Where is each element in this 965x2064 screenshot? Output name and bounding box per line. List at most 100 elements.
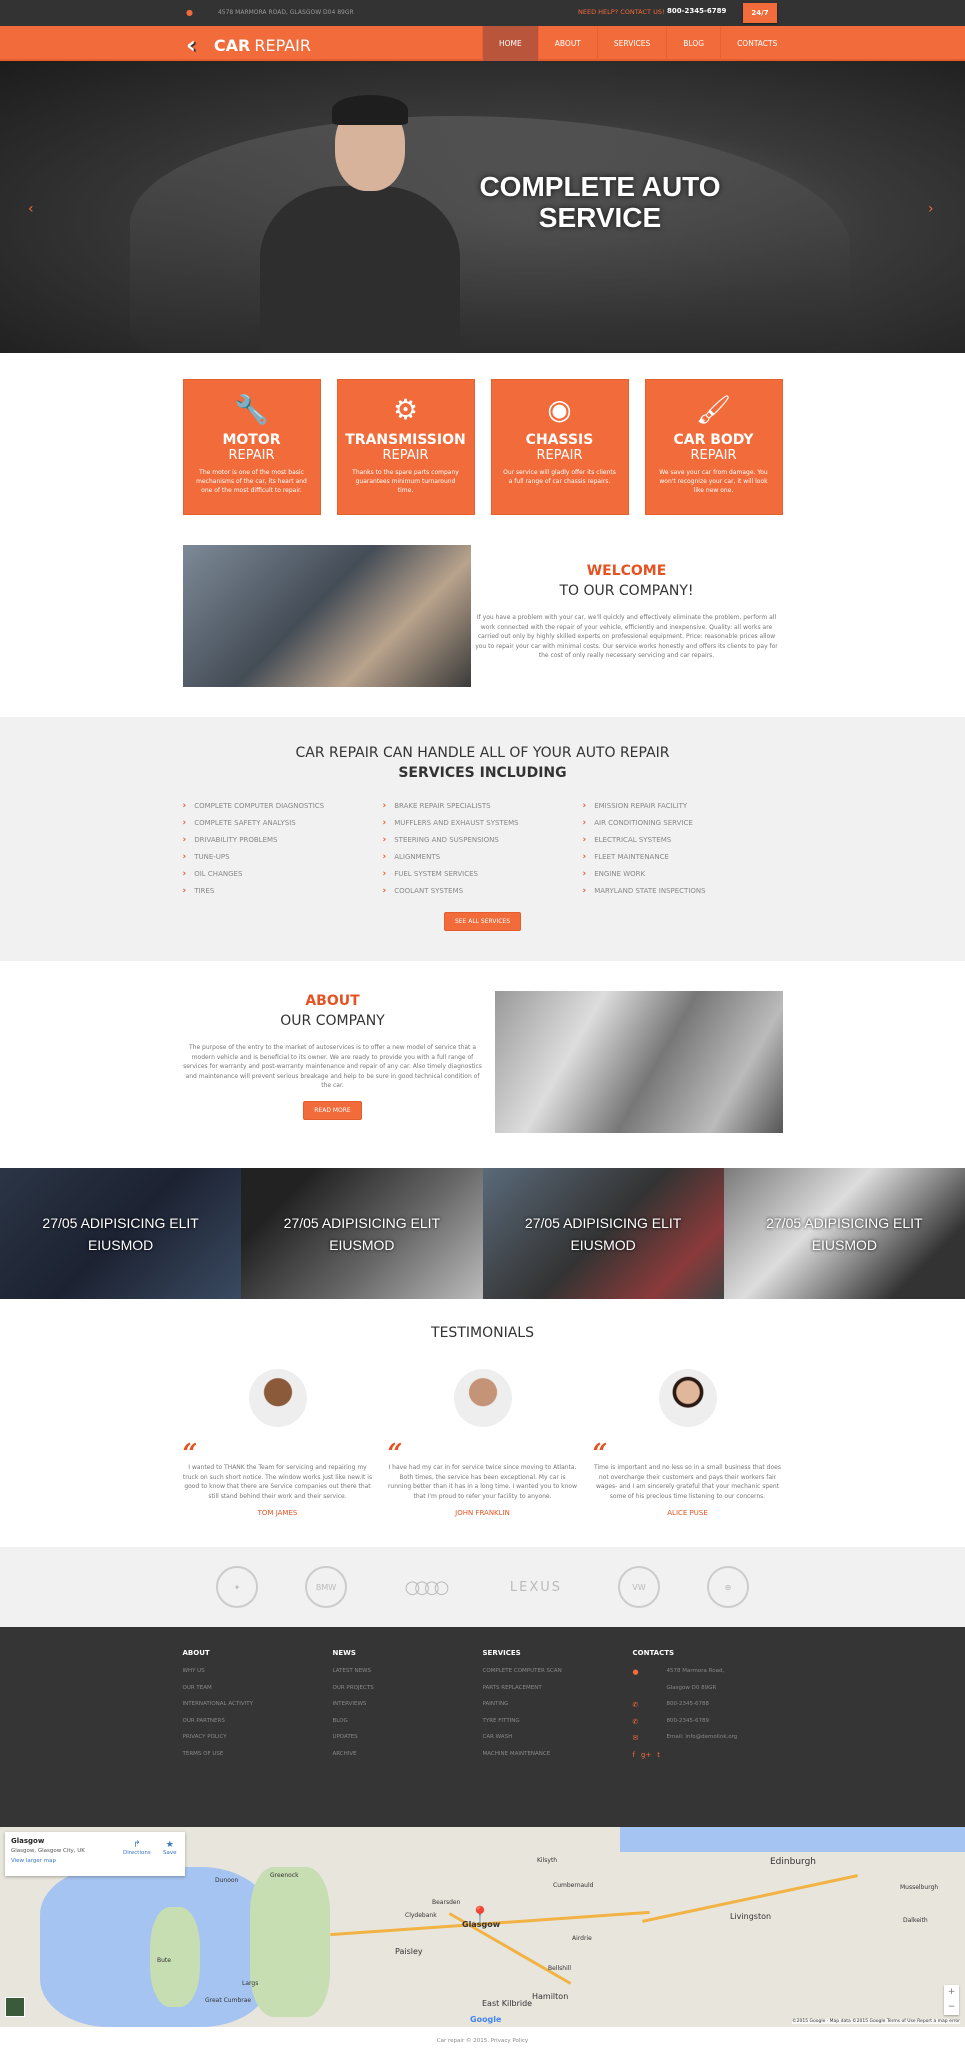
mercedes-logo-icon[interactable]: ✦ [216,1566,258,1608]
service-item[interactable]: › MUFFLERS AND EXHAUST SYSTEMS [383,814,583,831]
logo[interactable]: ‹ CAR REPAIR [186,31,311,59]
brake-disc-icon: ◉ [547,393,572,426]
footer-link[interactable]: INTERVIEWS [333,1701,483,1718]
gallery-item[interactable]: 27/05 ADIPISICING ELIT EIUSMOD [0,1168,242,1299]
contact-phone[interactable]: 800-2345-6789 [667,1718,709,1735]
service-item[interactable]: › ENGINE WORK [583,865,783,882]
footer-link[interactable]: PRIVACY POLICY [183,1734,333,1751]
gallery-item[interactable]: 27/05 ADIPISICING ELIT EIUSMOD [241,1168,483,1299]
location-pin-icon: ● [632,1668,639,1676]
map-label: Airdrie [572,1935,592,1942]
zoom-in-button[interactable]: + [944,1985,959,2000]
service-item[interactable]: › MARYLAND STATE INSPECTIONS [583,882,783,899]
footer-link[interactable]: OUR PROJECTS [333,1685,483,1702]
footer-link[interactable]: CAR WASH [483,1734,633,1751]
slider-next-icon[interactable]: › [928,201,934,217]
service-item[interactable]: › ALIGNMENTS [383,848,583,865]
service-item[interactable]: › TUNE-UPS [183,848,383,865]
footer-link[interactable]: WHY US [183,1668,333,1685]
chevron-right-icon: › [382,817,387,828]
feature-car-body-repair[interactable]: 🖌 CAR BODY REPAIR We save your car from … [644,379,783,515]
footer-link[interactable]: TERMS OF USE [183,1751,333,1768]
footer-link[interactable]: OUR PARTNERS [183,1718,333,1735]
map-label: Dalkeith [903,1917,928,1924]
service-item[interactable]: › COOLANT SYSTEMS [383,882,583,899]
contact-phone[interactable]: 800-2345-6788 [667,1701,709,1718]
read-more-button[interactable]: READ MORE [303,1100,362,1120]
contact-address-2: Glasgow D0 89GR [666,1684,717,1691]
service-item[interactable]: › COMPLETE SAFETY ANALYSIS [183,814,383,831]
footer-link[interactable]: UPDATES [333,1734,483,1751]
zoom-control: + − [944,1985,959,2015]
nav-blog[interactable]: BLOG [666,26,720,61]
chevron-right-icon: › [182,817,187,828]
phone-number[interactable]: 800-2345-6789 [667,7,726,15]
nav-services[interactable]: SERVICES [596,26,666,61]
paint-brush-icon: 🖌 [695,393,732,426]
twitter-icon[interactable]: t [657,1751,660,1768]
service-label: DRIVABILITY PROBLEMS [194,835,278,844]
service-item[interactable]: › DRIVABILITY PROBLEMS [183,831,383,848]
nav-contacts[interactable]: CONTACTS [720,26,793,61]
map-attribution[interactable]: ©2015 Google · Map data ©2015 Google Ter… [792,2019,960,2024]
service-item[interactable]: › BRAKE REPAIR SPECIALISTS [383,797,583,814]
testimonial: “ I wanted to THANK the Team for servici… [183,1369,373,1517]
satellite-toggle[interactable] [5,1997,25,2017]
about-title: ABOUT [305,993,360,1009]
bmw-logo-icon[interactable]: BMW [305,1566,347,1608]
toyota-logo-icon[interactable]: ⊕ [707,1566,749,1608]
google-plus-icon[interactable]: g+ [641,1751,651,1768]
welcome-section: WELCOME TO OUR COMPANY! If you have a pr… [182,545,783,687]
gallery-item[interactable]: 27/05 ADIPISICING ELIT EIUSMOD [482,1168,724,1299]
google-map[interactable]: Edinburgh Paisley Hamilton East Kilbride… [0,1827,965,2027]
directions-button[interactable]: ↱ Directions [123,1840,151,1856]
service-item[interactable]: › ELECTRICAL SYSTEMS [583,831,783,848]
footer-link[interactable]: TYRE FITTING [483,1718,633,1735]
service-item[interactable]: › FLEET MAINTENANCE [583,848,783,865]
hero-slider: COMPLETE AUTO SERVICE ‹ › [0,61,965,353]
nav-home[interactable]: HOME [482,26,538,61]
save-button[interactable]: ★ Save [163,1840,177,1856]
contact-email[interactable]: Email: info@demolink.org [667,1734,738,1751]
footer-link[interactable]: OUR TEAM [183,1685,333,1702]
footer-link[interactable]: LATEST NEWS [333,1668,483,1685]
facebook-icon[interactable]: f [633,1751,635,1768]
gallery-item[interactable]: 27/05 ADIPISICING ELIT EIUSMOD [723,1168,965,1299]
service-item[interactable]: › EMISSION REPAIR FACILITY [583,797,783,814]
footer-link[interactable]: PAINTING [483,1701,633,1718]
service-item[interactable]: › FUEL SYSTEM SERVICES [383,865,583,882]
feature-chassis-repair[interactable]: ◉ CHASSIS REPAIR Our service will gladly… [490,379,629,515]
audi-logo-icon[interactable]: ○○○○ [394,1566,454,1608]
footer-link[interactable]: MACHINE MAINTENANCE [483,1751,633,1768]
logo-light: REPAIR [254,35,311,55]
service-item[interactable]: › STEERING AND SUSPENSIONS [383,831,583,848]
map-label: Edinburgh [770,1857,816,1867]
see-all-services-button[interactable]: SEE ALL SERVICES [443,912,522,931]
slider-prev-icon[interactable]: ‹ [28,201,34,217]
logo-chevron-icon: ‹ [186,31,196,59]
footer-link[interactable]: COMPLETE COMPUTER SCAN [483,1668,633,1685]
map-water [620,1827,965,1852]
lexus-logo-icon[interactable]: LEXUS [501,1566,571,1608]
footer-link[interactable]: ARCHIVE [333,1751,483,1768]
footer-link[interactable]: PARTS REPLACEMENT [483,1685,633,1702]
service-item[interactable]: › OIL CHANGES [183,865,383,882]
feature-transmission-repair[interactable]: ⚙ TRANSMISSION REPAIR Thanks to the spar… [336,379,475,515]
service-item[interactable]: › TIRES [183,882,383,899]
copyright: Car repair © 2015. Privacy Policy [436,2038,529,2044]
testimonial-text: Time is important and no less so in a sm… [594,1464,781,1500]
news-gallery: 27/05 ADIPISICING ELIT EIUSMOD 27/05 ADIP… [0,1168,965,1299]
zoom-out-button[interactable]: − [944,2000,959,2015]
footer-link[interactable]: INTERNATIONAL ACTIVITY [183,1701,333,1718]
volkswagen-logo-icon[interactable]: VW [618,1566,660,1608]
service-item[interactable]: › COMPLETE COMPUTER DIAGNOSTICS [183,797,383,814]
chevron-right-icon: › [582,868,587,879]
feature-motor-repair[interactable]: 🔧 MOTOR REPAIR The motor is one of the m… [182,379,321,515]
nav-about[interactable]: ABOUT [537,26,597,61]
view-larger-map-link[interactable]: View larger map [11,1858,179,1864]
testimonial-author: ALICE PUSE [667,1509,708,1517]
footer-link[interactable]: BLOG [333,1718,483,1735]
map-label: Cumbernauld [553,1882,594,1889]
welcome-subtitle: TO OUR COMPANY! [559,583,694,599]
service-item[interactable]: › AIR CONDITIONING SERVICE [583,814,783,831]
